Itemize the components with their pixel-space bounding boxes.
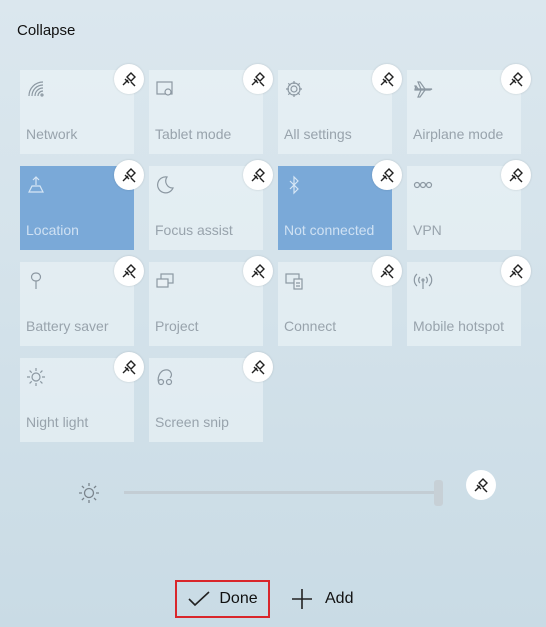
tile-tablet-mode[interactable]: Tablet mode bbox=[149, 64, 273, 154]
add-button[interactable]: Add bbox=[291, 580, 366, 618]
tile-label: Battery saver bbox=[26, 318, 109, 334]
footer-bar: Done Add bbox=[0, 580, 546, 620]
tile-label: Location bbox=[26, 222, 79, 238]
checkmark-icon bbox=[188, 591, 210, 607]
network-icon bbox=[26, 79, 46, 99]
unpin-icon[interactable] bbox=[372, 256, 402, 286]
tile-battery-saver[interactable]: Battery saver bbox=[20, 256, 144, 346]
unpin-icon[interactable] bbox=[466, 470, 496, 500]
night-light-icon bbox=[26, 367, 46, 387]
unpin-icon[interactable] bbox=[114, 160, 144, 190]
tile-all-settings[interactable]: All settings bbox=[278, 64, 402, 154]
add-label: Add bbox=[325, 590, 354, 607]
tile-label: All settings bbox=[284, 126, 352, 142]
done-button[interactable]: Done bbox=[175, 580, 270, 618]
collapse-button[interactable]: Collapse bbox=[17, 22, 75, 39]
tile-vpn[interactable]: VPN bbox=[407, 160, 531, 250]
tile-label: Screen snip bbox=[155, 414, 229, 430]
bluetooth-icon bbox=[284, 175, 304, 195]
tile-label: Connect bbox=[284, 318, 337, 334]
unpin-icon[interactable] bbox=[243, 160, 273, 190]
slider-track[interactable] bbox=[124, 491, 438, 494]
tile-label: Airplane mode bbox=[413, 126, 504, 142]
unpin-icon[interactable] bbox=[243, 256, 273, 286]
tile-label: Tablet mode bbox=[155, 126, 232, 142]
tile-bluetooth[interactable]: Not connected bbox=[278, 160, 402, 250]
unpin-icon[interactable] bbox=[372, 64, 402, 94]
unpin-icon[interactable] bbox=[243, 352, 273, 382]
done-label: Done bbox=[219, 590, 258, 607]
tile-label: Focus assist bbox=[155, 222, 233, 238]
tile-label: Network bbox=[26, 126, 78, 142]
brightness-slider[interactable] bbox=[78, 470, 498, 508]
tile-mobile-hotspot[interactable]: Mobile hotspot bbox=[407, 256, 531, 346]
unpin-icon[interactable] bbox=[501, 256, 531, 286]
tile-connect[interactable]: Connect bbox=[278, 256, 402, 346]
tile-focus-assist[interactable]: Focus assist bbox=[149, 160, 273, 250]
vpn-icon bbox=[413, 175, 433, 195]
tile-airplane-mode[interactable]: Airplane mode bbox=[407, 64, 531, 154]
airplane-icon bbox=[413, 79, 433, 99]
unpin-icon[interactable] bbox=[372, 160, 402, 190]
screen-snip-icon bbox=[155, 367, 175, 387]
hotspot-icon bbox=[413, 271, 433, 291]
tile-project[interactable]: Project bbox=[149, 256, 273, 346]
tile-label: Project bbox=[155, 318, 199, 334]
quick-actions-grid: Network Tablet mode All settings Airplan… bbox=[20, 64, 531, 442]
moon-icon bbox=[155, 175, 175, 195]
unpin-icon[interactable] bbox=[243, 64, 273, 94]
connect-icon bbox=[284, 271, 304, 291]
unpin-icon[interactable] bbox=[114, 256, 144, 286]
tile-network[interactable]: Network bbox=[20, 64, 144, 154]
plus-icon bbox=[292, 589, 312, 609]
sun-icon bbox=[78, 482, 100, 504]
tile-label: Night light bbox=[26, 414, 89, 430]
tile-label: VPN bbox=[413, 222, 442, 238]
unpin-icon[interactable] bbox=[114, 64, 144, 94]
location-icon bbox=[26, 175, 46, 195]
tile-label: Not connected bbox=[284, 222, 375, 238]
tile-label: Mobile hotspot bbox=[413, 318, 505, 334]
tile-night-light[interactable]: Night light bbox=[20, 352, 144, 442]
slider-thumb[interactable] bbox=[434, 480, 443, 506]
tile-location[interactable]: Location bbox=[20, 160, 144, 250]
gear-icon bbox=[284, 79, 304, 99]
unpin-icon[interactable] bbox=[501, 160, 531, 190]
tile-screen-snip[interactable]: Screen snip bbox=[149, 352, 273, 442]
unpin-icon[interactable] bbox=[114, 352, 144, 382]
unpin-icon[interactable] bbox=[501, 64, 531, 94]
project-icon bbox=[155, 271, 175, 291]
battery-saver-icon bbox=[26, 271, 46, 291]
tablet-mode-icon bbox=[155, 79, 175, 99]
